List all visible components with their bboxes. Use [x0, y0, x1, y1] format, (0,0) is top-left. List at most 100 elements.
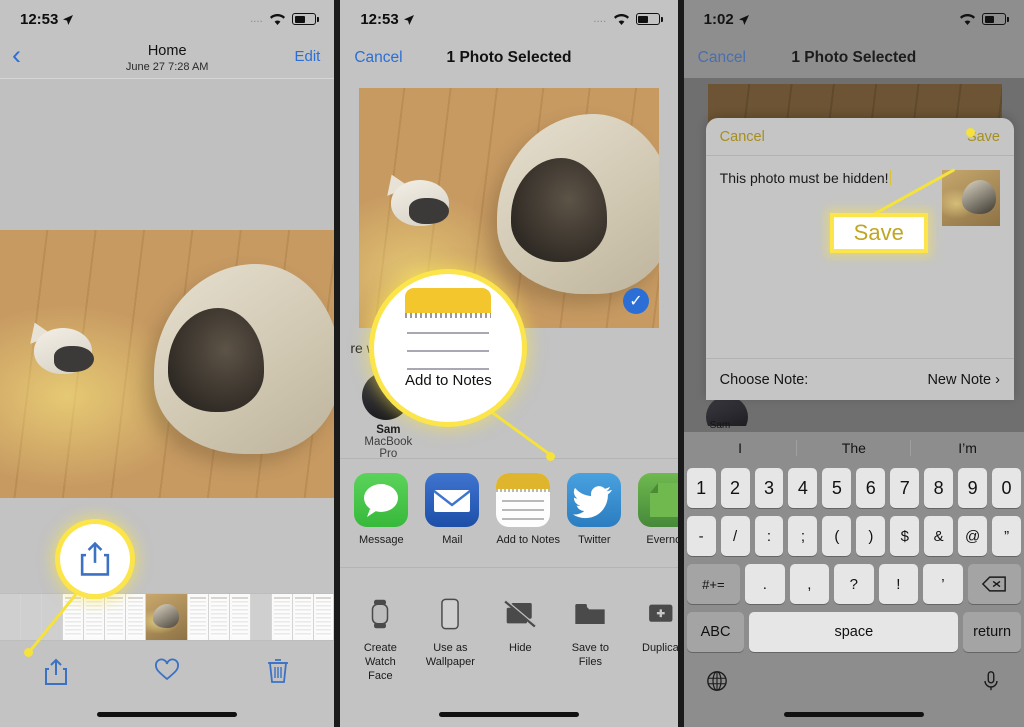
- cat-body-shape: [409, 198, 449, 224]
- filmstrip-thumb[interactable]: [62, 594, 84, 640]
- signal-dots: ....: [593, 14, 607, 24]
- app-label: Twitter: [578, 534, 611, 546]
- filmstrip-thumb[interactable]: [271, 594, 293, 640]
- home-indicator: [783, 712, 924, 717]
- key-hyphen[interactable]: -: [686, 516, 716, 556]
- key-question[interactable]: ?: [834, 564, 874, 604]
- share-icon: [80, 541, 110, 576]
- share-app-twitter[interactable]: Twitter: [567, 473, 622, 546]
- key-7[interactable]: 7: [890, 468, 920, 508]
- action-label: Hide: [509, 642, 532, 654]
- key-return[interactable]: return: [963, 612, 1021, 652]
- filmstrip-thumb-selected[interactable]: [146, 594, 188, 640]
- key-space[interactable]: space: [749, 612, 959, 652]
- share-app-evernote[interactable]: Evernot: [638, 473, 678, 546]
- key-exclamation[interactable]: !: [878, 564, 919, 604]
- trash-icon[interactable]: [266, 658, 292, 686]
- prediction-item[interactable]: The: [796, 440, 910, 456]
- action-create-watch-face[interactable]: Create Watch Face: [352, 590, 408, 683]
- filmstrip-thumb[interactable]: [208, 594, 230, 640]
- key-colon[interactable]: :: [754, 516, 784, 556]
- action-duplicate[interactable]: Duplica: [632, 590, 678, 656]
- share-app-message[interactable]: Message: [354, 473, 409, 546]
- filmstrip-thumb[interactable]: [21, 594, 42, 640]
- key-dollar[interactable]: $: [890, 516, 920, 556]
- key-symbols-toggle[interactable]: #+=: [686, 564, 741, 604]
- cancel-button[interactable]: Cancel: [354, 49, 402, 67]
- notes-icon: [496, 473, 551, 527]
- edit-button[interactable]: Edit: [294, 48, 320, 65]
- key-apostrophe[interactable]: ’: [923, 564, 963, 604]
- choose-note-row[interactable]: Choose Note: New Note ›: [705, 358, 1014, 400]
- key-comma[interactable]: ,: [789, 564, 830, 604]
- microphone-icon[interactable]: [980, 670, 1002, 692]
- duplicate-plus-icon: [632, 590, 677, 638]
- callout-anchor-dot: [965, 128, 975, 137]
- cancel-button[interactable]: Cancel: [698, 49, 746, 67]
- key-6[interactable]: 6: [856, 468, 886, 508]
- backspace-icon[interactable]: [967, 564, 1021, 604]
- share-app-add-to-notes[interactable]: Add to Notes: [496, 473, 560, 546]
- app-label: Message: [359, 534, 404, 546]
- filmstrip-thumb[interactable]: [313, 594, 335, 640]
- chevron-right-icon: ›: [995, 371, 1000, 388]
- key-abc[interactable]: ABC: [686, 612, 745, 652]
- action-label: Duplica: [642, 642, 678, 654]
- key-0[interactable]: 0: [992, 468, 1022, 508]
- choose-note-value-group[interactable]: New Note ›: [927, 372, 1000, 388]
- key-2[interactable]: 2: [720, 468, 750, 508]
- prediction-item[interactable]: I: [684, 440, 797, 456]
- note-text-input[interactable]: This photo must be hidden!: [720, 170, 889, 186]
- signal-dots: ....: [250, 14, 264, 24]
- airdrop-person-name: Sam: [709, 420, 731, 431]
- globe-icon[interactable]: [706, 670, 728, 692]
- key-ampersand[interactable]: &: [924, 516, 954, 556]
- choose-note-value: New Note: [927, 371, 992, 388]
- filmstrip-thumb[interactable]: [83, 594, 105, 640]
- filmstrip-thumb[interactable]: [104, 594, 126, 640]
- hide-slash-icon: [492, 590, 548, 638]
- key-slash[interactable]: /: [720, 516, 750, 556]
- chevron-left-icon[interactable]: ‹: [12, 42, 21, 69]
- photo-filmstrip[interactable]: [0, 593, 335, 641]
- status-bar-panel3: 1:02 ....: [683, 0, 1024, 38]
- cat-body-shape: [54, 346, 94, 372]
- key-quote[interactable]: ”: [992, 516, 1022, 556]
- filmstrip-thumb[interactable]: [292, 594, 314, 640]
- action-save-to-files[interactable]: Save to Files: [562, 590, 618, 670]
- key-8[interactable]: 8: [924, 468, 954, 508]
- three-panel-tutorial: 12:53 .... ‹ Home June 27 7:28 AM Edit 1…: [0, 0, 1024, 727]
- choose-note-label: Choose Note:: [719, 371, 809, 388]
- heart-icon[interactable]: [154, 658, 180, 686]
- prediction-item[interactable]: I’m: [910, 440, 1024, 456]
- photo-main-image[interactable]: [0, 230, 335, 498]
- key-3[interactable]: 3: [754, 468, 784, 508]
- callout-anchor-dot: [24, 648, 33, 657]
- message-icon: [354, 473, 409, 527]
- filmstrip-thumb[interactable]: [229, 594, 251, 640]
- app-label: Add to Notes: [496, 534, 560, 546]
- action-use-as-wallpaper[interactable]: Use as Wallpaper: [422, 590, 478, 670]
- key-period[interactable]: .: [745, 564, 785, 604]
- filmstrip-thumb[interactable]: [251, 594, 272, 640]
- action-hide[interactable]: Hide: [492, 590, 548, 656]
- key-9[interactable]: 9: [958, 468, 988, 508]
- sheet-cancel-button[interactable]: Cancel: [720, 129, 765, 145]
- filmstrip-thumb[interactable]: [0, 594, 21, 640]
- key-paren-close[interactable]: ): [856, 516, 886, 556]
- watch-icon: [352, 590, 408, 638]
- key-1[interactable]: 1: [686, 468, 716, 508]
- share-icon[interactable]: [43, 658, 69, 686]
- share-actions-row: CreateWatch Face Use asWallpaper Hide: [340, 578, 678, 683]
- key-semicolon[interactable]: ;: [788, 516, 818, 556]
- key-paren-open[interactable]: (: [822, 516, 852, 556]
- airdrop-person-device: MacBook Pro: [364, 436, 413, 460]
- attached-photo-thumbnail[interactable]: [942, 170, 1000, 226]
- key-5[interactable]: 5: [822, 468, 852, 508]
- key-at[interactable]: @: [958, 516, 988, 556]
- filmstrip-thumb[interactable]: [125, 594, 147, 640]
- share-app-mail[interactable]: Mail: [425, 473, 480, 546]
- filmstrip-thumb[interactable]: [187, 594, 209, 640]
- key-4[interactable]: 4: [788, 468, 818, 508]
- check-circle-icon[interactable]: ✓: [623, 288, 649, 314]
